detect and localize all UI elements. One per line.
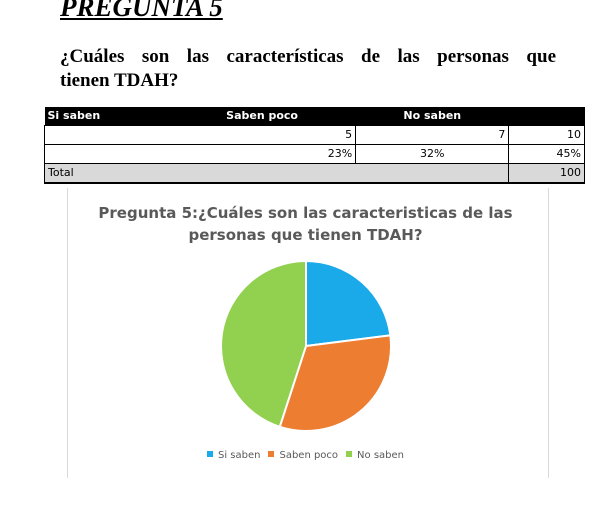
legend-swatch [206, 451, 213, 457]
pie-slice-si-saben [305, 259, 392, 348]
chart-legend: Si saben Saben poco No saben [0, 450, 611, 461]
legend-item-si-saben: Si saben [206, 450, 261, 461]
legend-item-saben-poco: Saben poco [268, 450, 338, 461]
legend-item-no-saben: No saben [346, 450, 404, 461]
legend-label: Saben poco [279, 450, 339, 461]
legend-label: Si saben [217, 450, 261, 461]
legend-swatch [346, 451, 353, 457]
pie-chart [220, 259, 392, 432]
legend-label: No saben [357, 450, 404, 461]
legend-swatch [268, 451, 275, 457]
